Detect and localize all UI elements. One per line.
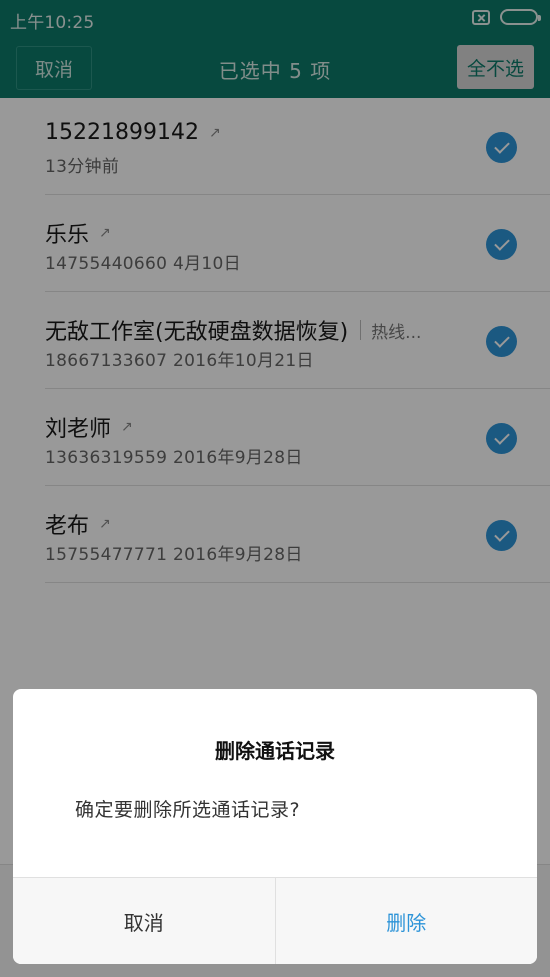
dialog-button-row: 取消 删除 bbox=[13, 877, 537, 964]
dialog-delete-button[interactable]: 删除 bbox=[276, 878, 538, 964]
delete-confirm-dialog: 删除通话记录 确定要删除所选通话记录? 取消 删除 bbox=[13, 689, 537, 964]
dialog-cancel-button[interactable]: 取消 bbox=[13, 878, 276, 964]
dialog-message: 确定要删除所选通话记录? bbox=[75, 799, 301, 821]
dialog-title: 删除通话记录 bbox=[215, 739, 335, 763]
